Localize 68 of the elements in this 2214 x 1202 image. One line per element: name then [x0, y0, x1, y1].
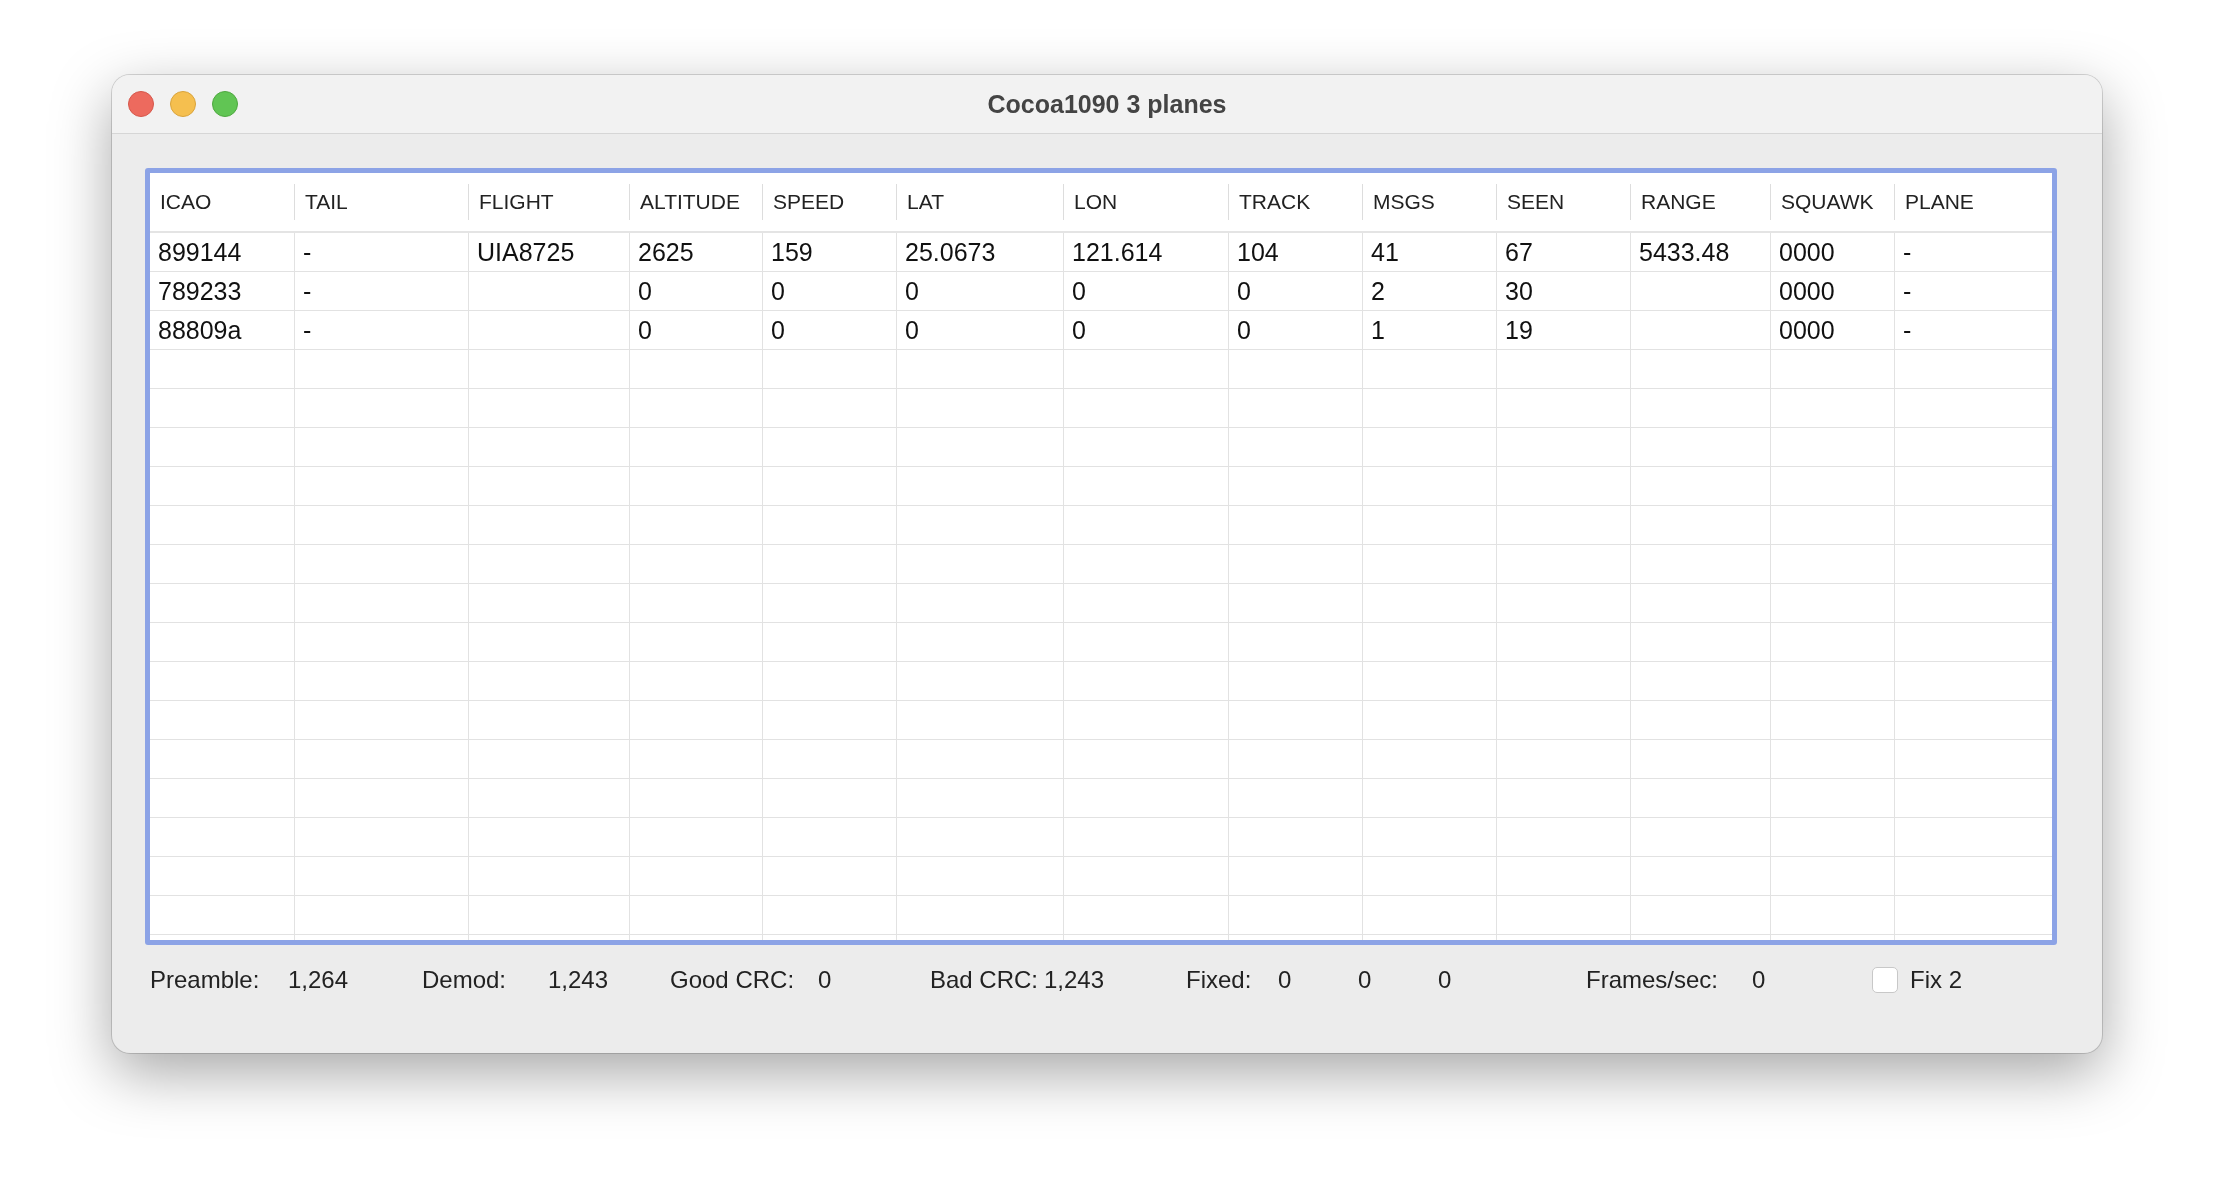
column-header[interactable]: SPEED: [762, 184, 896, 220]
status-value: 0: [1752, 966, 1767, 994]
column-header[interactable]: RANGE: [1630, 184, 1770, 220]
status-value: 0: [818, 966, 833, 994]
table-cell: 0000: [1770, 311, 1894, 349]
status-value: 0: [1438, 966, 1453, 994]
column-header[interactable]: FLIGHT: [468, 184, 629, 220]
table-cell: 2: [1362, 272, 1496, 310]
table-cell: 25.0673: [896, 233, 1063, 271]
status-label: Demod:: [422, 966, 508, 994]
column-header[interactable]: TAIL: [294, 184, 468, 220]
table-cell: -: [1894, 311, 2027, 349]
column-header[interactable]: LAT: [896, 184, 1063, 220]
close-button[interactable]: [128, 91, 154, 117]
column-header[interactable]: PLANE: [1894, 184, 2027, 220]
table-cell-text: 899144: [157, 237, 243, 268]
table-cell: 19: [1496, 311, 1630, 349]
table-cell: -: [294, 272, 468, 310]
column-header[interactable]: SEEN: [1496, 184, 1630, 220]
column-header[interactable]: ALTITUDE: [629, 184, 762, 220]
column-header[interactable]: LON: [1063, 184, 1228, 220]
table-cell: 0: [762, 272, 896, 310]
table-cell: 0000: [1770, 272, 1894, 310]
table-cell: UIA8725: [468, 233, 629, 271]
table-cell: 0000: [1770, 233, 1894, 271]
column-header[interactable]: MSGS: [1362, 184, 1496, 220]
table-cell: -: [294, 233, 468, 271]
table-cell: -: [294, 311, 468, 349]
table-cell: 0: [629, 272, 762, 310]
table-cell: 121.614: [1063, 233, 1228, 271]
table-cell: 159: [762, 233, 896, 271]
window-title: Cocoa1090 3 planes: [987, 89, 1227, 119]
table-cell: 0: [896, 272, 1063, 310]
status-value: 0: [1358, 966, 1373, 994]
zoom-button[interactable]: [212, 91, 238, 117]
table-cell-text: 789233: [157, 276, 243, 307]
table-cell: 2625: [629, 233, 762, 271]
status-value: 1,243: [1044, 966, 1106, 994]
table-cell: 0: [629, 311, 762, 349]
table-cell: 41: [1362, 233, 1496, 271]
table-cell: -: [1894, 272, 2027, 310]
status-label: Good CRC:: [670, 966, 796, 994]
table-cell-text: 88809a: [157, 315, 243, 346]
status-label: Frames/sec:: [1586, 966, 1720, 994]
minimize-button[interactable]: [170, 91, 196, 117]
column-header[interactable]: TRACK: [1228, 184, 1362, 220]
status-label: Bad CRC:: [930, 966, 1040, 994]
table-cell: 5433.48: [1630, 233, 1770, 271]
table-cell: 0: [1063, 311, 1228, 349]
table-cell: 30: [1496, 272, 1630, 310]
status-label: Fixed:: [1186, 966, 1253, 994]
status-value: 0: [1278, 966, 1293, 994]
status-value: 1,264: [288, 966, 350, 994]
checkbox[interactable]: [1872, 967, 1898, 993]
column-header[interactable]: SQUAWK: [1770, 184, 1894, 220]
table-cell: 67: [1496, 233, 1630, 271]
table-cell: 0: [1228, 311, 1362, 349]
table-cell: 0: [1228, 272, 1362, 310]
column-header[interactable]: ICAO: [150, 184, 294, 220]
table-cell: 0: [762, 311, 896, 349]
status-value: 1,243: [548, 966, 610, 994]
checkbox-label[interactable]: Fix 2: [1910, 966, 1962, 994]
table-cell: 0: [896, 311, 1063, 349]
table-cell: -: [1894, 233, 2027, 271]
table-cell: 0: [1063, 272, 1228, 310]
status-label: Preamble:: [150, 966, 261, 994]
table-cell: 1: [1362, 311, 1496, 349]
table-cell: 104: [1228, 233, 1362, 271]
